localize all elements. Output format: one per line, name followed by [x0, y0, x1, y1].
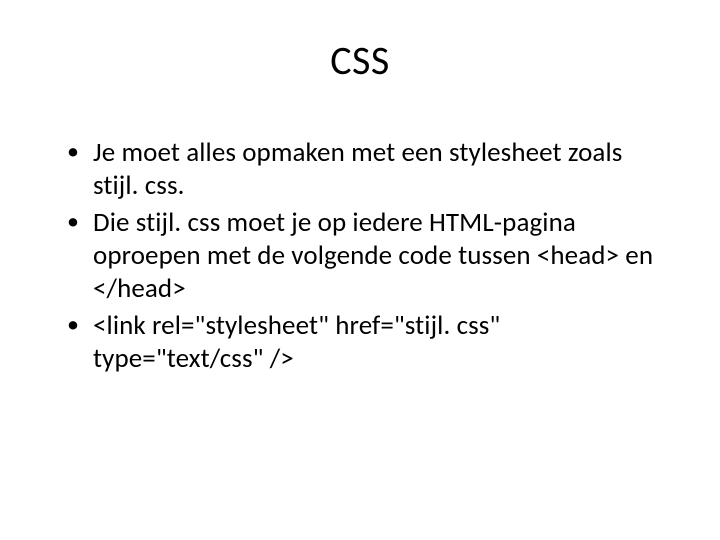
list-item: Je moet alles opmaken met een stylesheet…: [65, 137, 665, 203]
list-item: <link rel="stylesheet" href="stijl. css"…: [65, 310, 665, 376]
bullet-list: Je moet alles opmaken met een stylesheet…: [55, 137, 665, 376]
list-item: Die stijl. css moet je op iedere HTML-pa…: [65, 207, 665, 306]
slide-title: CSS: [55, 36, 665, 85]
